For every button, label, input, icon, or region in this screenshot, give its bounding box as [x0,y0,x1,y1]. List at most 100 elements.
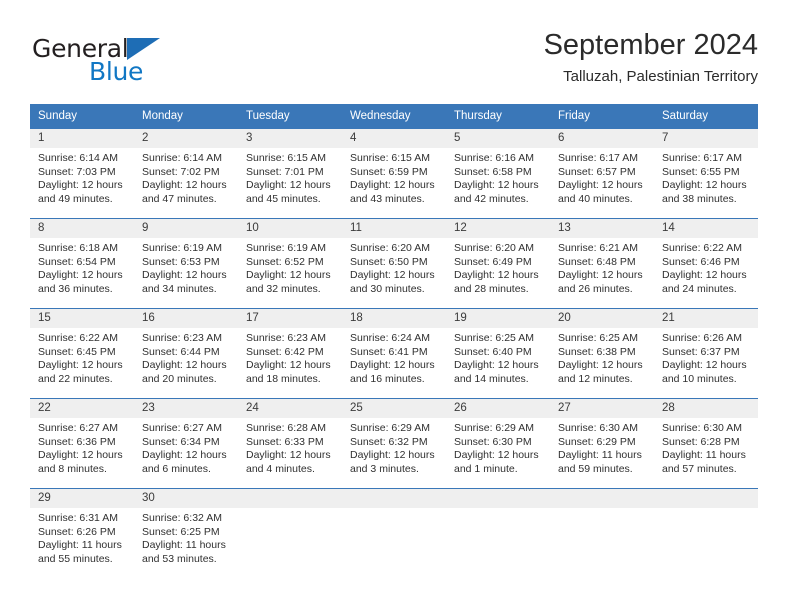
day-number[interactable]: 28 [654,399,758,418]
day-cell: Sunrise: 6:27 AM Sunset: 6:34 PM Dayligh… [134,418,238,488]
sunrise-text: Sunrise: 6:22 AM [38,332,118,344]
sunrise-text: Sunrise: 6:16 AM [454,152,534,164]
daylight-text-line2: and 26 minutes. [558,282,633,295]
day-cell: Sunrise: 6:32 AM Sunset: 6:25 PM Dayligh… [134,508,238,578]
day-cell: Sunrise: 6:14 AM Sunset: 7:03 PM Dayligh… [30,148,134,218]
sunset-text: Sunset: 6:59 PM [350,165,428,178]
day-number[interactable]: 12 [446,219,550,238]
sunrise-text: Sunrise: 6:24 AM [350,332,430,344]
sunset-text: Sunset: 6:40 PM [454,345,532,358]
day-number[interactable]: 19 [446,309,550,328]
day-number[interactable]: 9 [134,219,238,238]
daylight-text-line2: and 3 minutes. [350,462,419,475]
sunrise-text: Sunrise: 6:27 AM [38,422,118,434]
day-number[interactable]: 11 [342,219,446,238]
sunrise-text: Sunrise: 6:17 AM [662,152,742,164]
day-number[interactable]: 16 [134,309,238,328]
day-cell: Sunrise: 6:29 AM Sunset: 6:32 PM Dayligh… [342,418,446,488]
day-number[interactable]: 30 [134,489,238,508]
day-cell: Sunrise: 6:17 AM Sunset: 6:57 PM Dayligh… [550,148,654,218]
sunset-text: Sunset: 6:32 PM [350,435,428,448]
day-number[interactable]: 17 [238,309,342,328]
calendar-week-row: 1 2 3 4 5 6 7 Sunrise: 6:14 AM Sunset: 7… [30,128,758,218]
day-number[interactable]: 29 [30,489,134,508]
day-number[interactable]: 23 [134,399,238,418]
day-number[interactable]: 4 [342,129,446,148]
day-cell: Sunrise: 6:31 AM Sunset: 6:26 PM Dayligh… [30,508,134,578]
day-number[interactable]: 26 [446,399,550,418]
day-number[interactable]: 5 [446,129,550,148]
sunrise-text: Sunrise: 6:30 AM [662,422,742,434]
day-number[interactable]: 18 [342,309,446,328]
daylight-text-line2: and 10 minutes. [662,372,737,385]
sunset-text: Sunset: 6:37 PM [662,345,740,358]
day-detail-band: Sunrise: 6:14 AM Sunset: 7:03 PM Dayligh… [30,148,758,218]
daylight-text-line2: and 6 minutes. [142,462,211,475]
sunrise-text: Sunrise: 6:29 AM [454,422,534,434]
day-number[interactable]: 21 [654,309,758,328]
daylight-text-line1: Daylight: 12 hours [38,179,123,192]
brand-logo[interactable]: General Blue [32,34,252,86]
day-number[interactable]: 22 [30,399,134,418]
day-number[interactable]: 1 [30,129,134,148]
sunset-text: Sunset: 6:30 PM [454,435,532,448]
day-number[interactable]: 3 [238,129,342,148]
day-number[interactable]: 24 [238,399,342,418]
day-number[interactable]: 25 [342,399,446,418]
daylight-text-line2: and 57 minutes. [662,462,737,475]
day-number[interactable]: 13 [550,219,654,238]
day-number[interactable]: 2 [134,129,238,148]
day-cell: Sunrise: 6:21 AM Sunset: 6:48 PM Dayligh… [550,238,654,308]
sunset-text: Sunset: 6:48 PM [558,255,636,268]
daylight-text-line2: and 1 minute. [454,462,518,475]
sunrise-text: Sunrise: 6:25 AM [454,332,534,344]
sunrise-text: Sunrise: 6:23 AM [142,332,222,344]
daylight-text-line2: and 55 minutes. [38,552,113,565]
daylight-text-line1: Daylight: 12 hours [350,449,435,462]
page-title: September 2024 [543,29,758,61]
daylight-text-line2: and 43 minutes. [350,192,425,205]
sunrise-text: Sunrise: 6:21 AM [558,242,638,254]
daylight-text-line2: and 45 minutes. [246,192,321,205]
daylight-text-line2: and 53 minutes. [142,552,217,565]
sunrise-text: Sunrise: 6:27 AM [142,422,222,434]
sunrise-text: Sunrise: 6:20 AM [454,242,534,254]
calendar-week-row: 15 16 17 18 19 20 21 Sunrise: 6:22 AM Su… [30,308,758,398]
day-number-empty [446,489,550,508]
day-number[interactable]: 27 [550,399,654,418]
sunset-text: Sunset: 6:52 PM [246,255,324,268]
day-number-band: 1 2 3 4 5 6 7 [30,129,758,148]
daylight-text-line1: Daylight: 12 hours [350,179,435,192]
daylight-text-line2: and 4 minutes. [246,462,315,475]
daylight-text-line1: Daylight: 12 hours [142,359,227,372]
sunrise-text: Sunrise: 6:20 AM [350,242,430,254]
daylight-text-line1: Daylight: 11 hours [558,449,642,462]
daylight-text-line1: Daylight: 12 hours [454,269,539,282]
sunrise-text: Sunrise: 6:17 AM [558,152,638,164]
daylight-text-line2: and 16 minutes. [350,372,425,385]
daylight-text-line2: and 49 minutes. [38,192,113,205]
weekday-header-friday: Friday [558,110,590,122]
daylight-text-line1: Daylight: 12 hours [350,359,435,372]
daylight-text-line2: and 32 minutes. [246,282,321,295]
day-number[interactable]: 7 [654,129,758,148]
day-number[interactable]: 15 [30,309,134,328]
daylight-text-line1: Daylight: 12 hours [558,179,643,192]
sunset-text: Sunset: 6:38 PM [558,345,636,358]
sunset-text: Sunset: 6:58 PM [454,165,532,178]
day-number[interactable]: 14 [654,219,758,238]
day-number[interactable]: 10 [238,219,342,238]
brand-name-blue: Blue [89,57,144,86]
daylight-text-line2: and 59 minutes. [558,462,633,475]
day-number[interactable]: 8 [30,219,134,238]
daylight-text-line2: and 18 minutes. [246,372,321,385]
day-cell: Sunrise: 6:28 AM Sunset: 6:33 PM Dayligh… [238,418,342,488]
daylight-text-line1: Daylight: 12 hours [350,269,435,282]
day-number[interactable]: 6 [550,129,654,148]
daylight-text-line1: Daylight: 11 hours [662,449,746,462]
day-cell: Sunrise: 6:25 AM Sunset: 6:38 PM Dayligh… [550,328,654,398]
daylight-text-line2: and 36 minutes. [38,282,113,295]
daylight-text-line2: and 38 minutes. [662,192,737,205]
day-number[interactable]: 20 [550,309,654,328]
daylight-text-line1: Daylight: 12 hours [454,179,539,192]
